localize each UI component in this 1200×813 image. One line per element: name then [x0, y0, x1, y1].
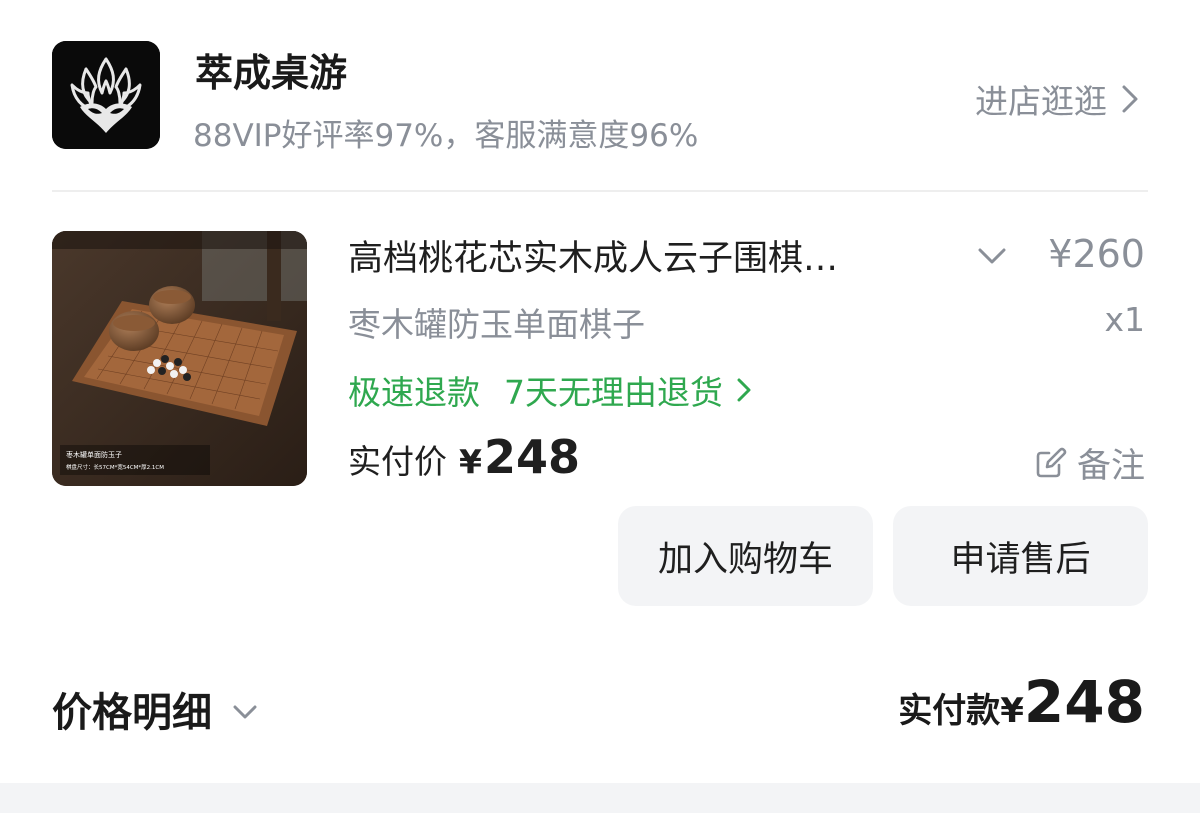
product-original-price: ¥260: [1048, 232, 1145, 276]
remark-button[interactable]: 备注: [1033, 438, 1145, 487]
section-separator: [0, 783, 1200, 813]
service-tags[interactable]: 极速退款 7天无理由退货: [348, 366, 757, 414]
divider: [52, 190, 1148, 192]
product-spec: 枣木罐防玉单面棋子: [348, 305, 645, 344]
product-thumbnail[interactable]: 枣木罐单面防玉子 棋盘尺寸：长57CM*宽54CM*厚2.1CM: [52, 231, 307, 486]
apply-after-sale-button[interactable]: 申请售后: [893, 506, 1148, 606]
total-paid-amount: 248: [1023, 668, 1145, 736]
product-quantity: x1: [1104, 300, 1145, 339]
price-detail-label: 价格明细: [52, 690, 212, 736]
add-to-cart-button[interactable]: 加入购物车: [618, 506, 873, 606]
thumb-caption-line1: 枣木罐单面防玉子: [66, 450, 122, 459]
visit-shop-label: 进店逛逛: [975, 82, 1107, 121]
service-tag-fast-refund: 极速退款: [348, 373, 480, 412]
total-paid-label: 实付款: [898, 691, 1001, 731]
price-detail-toggle[interactable]: 价格明细: [52, 680, 262, 738]
total-paid: 实付款 ¥ 248: [898, 668, 1145, 736]
shop-rating-stats: 88VIP好评率97%，客服满意度96%: [193, 118, 699, 154]
paid-price-currency: ¥: [459, 442, 482, 481]
chevron-down-icon[interactable]: [972, 236, 1012, 276]
go-board-product-image: 枣木罐单面防玉子 棋盘尺寸：长57CM*宽54CM*厚2.1CM: [52, 231, 307, 486]
total-paid-currency: ¥: [1000, 691, 1024, 731]
paid-price-amount: 248: [483, 430, 580, 484]
chevron-right-icon: [737, 378, 751, 402]
flame-mask-logo-icon: [52, 41, 160, 149]
chevron-right-icon: [1122, 85, 1138, 113]
product-title[interactable]: 高档桃花芯实木成人云子围棋…: [348, 230, 928, 281]
thumb-caption-line2: 棋盘尺寸：长57CM*宽54CM*厚2.1CM: [66, 463, 164, 471]
edit-note-icon: [1036, 447, 1067, 477]
visit-shop-link[interactable]: 进店逛逛: [975, 75, 1145, 123]
paid-price-label: 实付价: [348, 442, 447, 481]
remark-label: 备注: [1077, 446, 1145, 486]
chevron-down-icon: [233, 705, 257, 719]
shop-logo[interactable]: [52, 41, 160, 149]
service-tag-7day-return: 7天无理由退货: [504, 373, 723, 412]
paid-price-row: 实付价 ¥ 248: [348, 430, 580, 484]
shop-name[interactable]: 萃成桌游: [195, 42, 347, 97]
